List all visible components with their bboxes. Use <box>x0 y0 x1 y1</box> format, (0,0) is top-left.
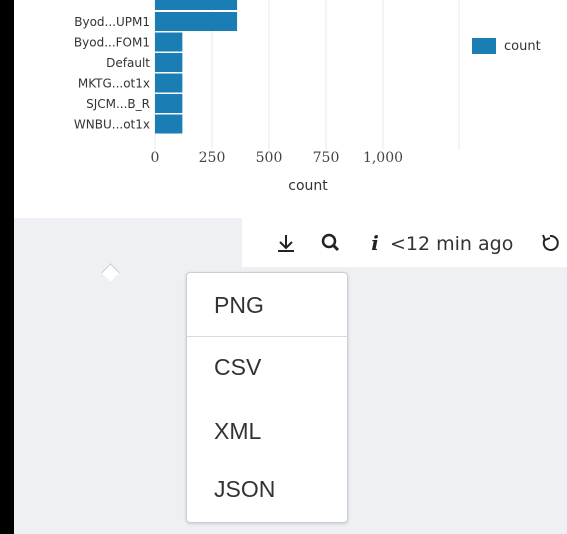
download-icon[interactable] <box>274 231 298 255</box>
category-label: Byod...UPM1 <box>74 15 150 29</box>
refresh-icon[interactable] <box>538 231 562 255</box>
legend-label: count <box>504 38 541 54</box>
bar[interactable] <box>155 32 183 52</box>
category-label: Default <box>106 56 150 70</box>
bar[interactable] <box>155 114 183 134</box>
chart-panel: Byod...UPM1 Byod...FOM1 Default MKTG...ot1x… <box>14 0 567 218</box>
x-tick-label: 750 <box>313 150 340 166</box>
search-icon[interactable] <box>319 231 343 255</box>
bar[interactable] <box>155 53 183 72</box>
bar-cutoff[interactable] <box>155 0 238 10</box>
menu-caret <box>101 263 120 282</box>
bar-chart: Byod...UPM1 Byod...FOM1 Default MKTG...ot1x… <box>74 0 460 194</box>
bar[interactable] <box>155 94 183 113</box>
x-tick-label: 1,000 <box>363 150 403 166</box>
category-label: Byod...FOM1 <box>74 36 150 50</box>
menu-item-xml[interactable]: XML <box>187 401 347 461</box>
category-label: SJCM...B_R <box>86 97 150 111</box>
dashboard-app: Byod...UPM1 Byod...FOM1 Default MKTG...ot1x… <box>14 0 567 534</box>
category-label: WNBU...ot1x <box>74 118 150 132</box>
bar[interactable] <box>155 12 238 31</box>
bar[interactable] <box>155 73 183 93</box>
x-tick-label: 0 <box>151 150 160 166</box>
menu-item-png[interactable]: PNG <box>187 275 347 335</box>
x-axis-label: count <box>288 178 328 194</box>
legend-swatch <box>472 38 496 54</box>
export-menu: PNG CSV XML JSON <box>186 272 348 523</box>
panel-toolbar: i <12 min ago <box>242 218 567 267</box>
category-label: MKTG...ot1x <box>78 77 150 91</box>
menu-item-json[interactable]: JSON <box>187 459 347 519</box>
x-tick-label: 250 <box>199 150 226 166</box>
x-tick-label: 500 <box>256 150 283 166</box>
menu-item-csv[interactable]: CSV <box>187 337 347 397</box>
last-refresh-timestamp: <12 min ago <box>390 233 514 255</box>
info-icon[interactable]: i <box>363 231 387 255</box>
legend: count <box>472 38 541 54</box>
